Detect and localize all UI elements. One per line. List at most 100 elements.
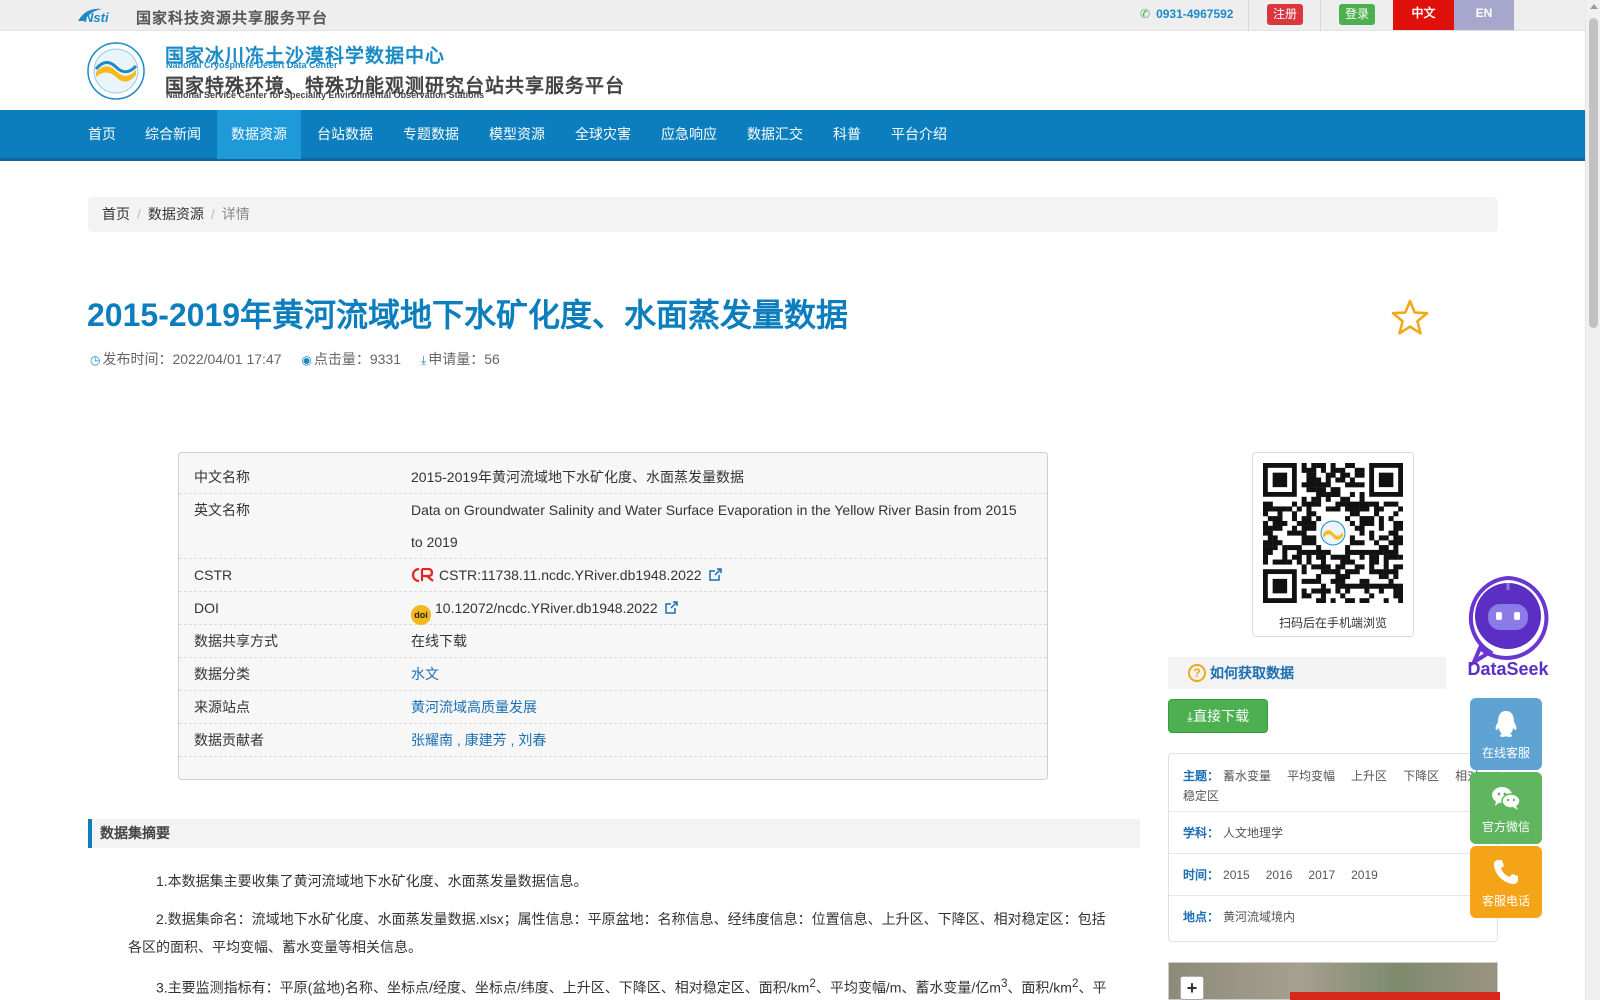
place-row: 地点： 黄河流域境内 <box>1169 896 1497 938</box>
contributors-link[interactable]: 张耀南 , 康建芳 , 刘春 <box>411 732 546 748</box>
breadcrumb-home[interactable]: 首页 <box>102 206 130 222</box>
nav-data-resources[interactable]: 数据资源 <box>217 110 301 159</box>
requests-label: 申请量： <box>428 351 485 367</box>
direct-download-button[interactable]: ⤓直接下载 <box>1168 699 1268 733</box>
favorite-star-icon[interactable] <box>1390 298 1430 338</box>
lang-zh-button[interactable]: 中文 <box>1393 0 1454 30</box>
scrollbar-thumb[interactable] <box>1589 18 1598 328</box>
info-row-sharing: 数据共享方式 在线下载 <box>179 625 1047 658</box>
summary-heading: 数据集摘要 <box>88 819 1140 848</box>
summary-text: 、平均变幅/m、蓄水变量/亿m <box>815 979 1001 996</box>
topic-row: 主题： 蓄水变量 平均变幅 上升区 下降区 相对 稳定区 <box>1169 766 1497 812</box>
site-header: 国家冰川冻土沙漠科学数据中心 National Cryosphere Deser… <box>0 31 1585 110</box>
external-link-icon[interactable] <box>664 601 678 614</box>
nav-news[interactable]: 综合新闻 <box>131 110 215 159</box>
nav-global-disasters[interactable]: 全球灾害 <box>561 110 645 159</box>
qq-icon <box>1495 711 1517 737</box>
map-zoom-in-button[interactable]: + <box>1180 976 1204 1000</box>
info-value: Data on Groundwater Salinity and Water S… <box>411 502 1017 550</box>
phone-icon <box>1494 860 1518 884</box>
online-service-button[interactable]: 在线客服 <box>1470 698 1542 770</box>
subject-tag[interactable]: 人文地理学 <box>1223 826 1283 840</box>
service-phone-label: 客服电话 <box>1481 894 1530 908</box>
service-phone-button[interactable]: 客服电话 <box>1470 846 1542 918</box>
nav-station-data[interactable]: 台站数据 <box>303 110 387 159</box>
dataseek-label: DataSeek <box>1467 659 1549 678</box>
topic-label: 主题： <box>1183 769 1220 783</box>
cstr-link[interactable]: CSTR:11738.11.ncdc.YRiver.db1948.2022 <box>439 567 702 583</box>
platform-subtitle-en: National Service Center for Speciality E… <box>166 90 485 100</box>
divider <box>1248 0 1249 31</box>
time-tag[interactable]: 2016 <box>1266 868 1293 882</box>
page-scrollbar[interactable] <box>1585 0 1600 1000</box>
info-row-en-name: 英文名称 Data on Groundwater Salinity and Wa… <box>179 494 1047 559</box>
info-value-doi: doi 10.12072/ncdc.YRiver.db1948.2022 <box>411 592 1031 625</box>
place-tag[interactable]: 黄河流域境内 <box>1223 910 1295 924</box>
how-to-get-data[interactable]: ? 如何获取数据 <box>1168 657 1446 689</box>
topic-tag[interactable]: 蓄水变量 <box>1223 769 1271 783</box>
time-tag[interactable]: 2015 <box>1223 868 1250 882</box>
nav-science[interactable]: 科普 <box>819 110 875 159</box>
time-tag[interactable]: 2017 <box>1308 868 1335 882</box>
time-label: 时间： <box>1183 868 1220 882</box>
topic-tag[interactable]: 平均变幅 <box>1287 769 1335 783</box>
register-button[interactable]: 注册 <box>1267 4 1303 25</box>
topic-tag[interactable]: 上升区 <box>1351 769 1387 783</box>
info-key: 数据共享方式 <box>194 633 278 649</box>
info-row-source: 来源站点 黄河流域高质量发展 <box>179 691 1047 724</box>
info-key: DOI <box>194 600 219 616</box>
nav-about[interactable]: 平台介绍 <box>877 110 961 159</box>
info-key: 数据贡献者 <box>194 732 264 748</box>
platform-title[interactable]: 国家科技资源共享服务平台 <box>136 7 328 28</box>
topic-tag[interactable]: 下降区 <box>1403 769 1439 783</box>
nav-data-submission[interactable]: 数据汇交 <box>733 110 817 159</box>
map-boundary-overlay <box>1290 992 1500 1000</box>
summary-text: 、面积/km <box>1007 979 1072 996</box>
info-row-category: 数据分类 水文 <box>179 658 1047 691</box>
dataset-tags-panel: 主题： 蓄水变量 平均变幅 上升区 下降区 相对 稳定区 学科： 人文地理学 时间： 2015 2… <box>1168 753 1498 942</box>
summary-text: 3.主要监测指标有：平原(盆地)名称、坐标点/经度、坐标点/纬度、上升区、下降区… <box>156 979 810 996</box>
qr-code-panel: 扫码后在手机端浏览 <box>1252 452 1414 637</box>
topic-tag[interactable]: 稳定区 <box>1183 789 1219 803</box>
breadcrumb-separator: / <box>137 206 141 222</box>
nav-home[interactable]: 首页 <box>74 110 130 159</box>
nav-emergency-response[interactable]: 应急响应 <box>647 110 731 159</box>
clicks-label: 点击量： <box>313 351 370 367</box>
dataset-info-table: 中文名称 2015-2019年黄河流域地下水矿化度、水面蒸发量数据 英文名称 D… <box>178 452 1048 780</box>
category-link[interactable]: 水文 <box>411 666 439 682</box>
official-wechat-button[interactable]: 官方微信 <box>1470 772 1542 844</box>
info-value: 在线下载 <box>411 633 467 649</box>
lang-en-button[interactable]: EN <box>1454 0 1514 30</box>
breadcrumb-data-resources[interactable]: 数据资源 <box>148 206 204 222</box>
dataseek-robot-icon[interactable]: DataSeek <box>1460 570 1556 678</box>
summary-text: 、平 <box>1078 979 1107 996</box>
info-value: 2015-2019年黄河流域地下水矿化度、水面蒸发量数据 <box>411 469 744 485</box>
question-icon: ? <box>1188 664 1206 682</box>
requests-count: 56 <box>484 351 500 367</box>
divider <box>1320 0 1321 31</box>
info-key: 中文名称 <box>194 469 250 485</box>
nav-model-resources[interactable]: 模型资源 <box>475 110 559 159</box>
info-row-doi: DOI doi 10.12072/ncdc.YRiver.db1948.2022 <box>179 592 1047 625</box>
publish-time: 2022/04/01 17:47 <box>172 351 282 367</box>
place-label: 地点： <box>1183 910 1220 924</box>
subject-label: 学科： <box>1183 826 1220 840</box>
nsti-logo-icon[interactable]: Nsti <box>76 5 128 25</box>
summary-paragraph-1: 1.本数据集主要收集了黄河流域地下水矿化度、水面蒸发量数据信息。 <box>156 873 588 889</box>
clicks-count: 9331 <box>369 351 402 367</box>
ncdc-emblem-icon[interactable] <box>86 41 146 101</box>
nav-thematic-data[interactable]: 专题数据 <box>389 110 473 159</box>
doi-logo-icon: doi <box>411 605 431 625</box>
download-icon: ⤓ <box>420 353 427 367</box>
time-tag[interactable]: 2019 <box>1351 868 1378 882</box>
doi-link[interactable]: 10.12072/ncdc.YRiver.db1948.2022 <box>435 600 658 616</box>
external-link-icon[interactable] <box>708 568 722 581</box>
info-key: 数据分类 <box>194 666 250 682</box>
scroll-up-arrow-icon[interactable] <box>1590 4 1598 9</box>
qr-code-icon[interactable] <box>1263 463 1403 603</box>
cstr-logo-icon <box>411 568 434 582</box>
hotline: ✆ 0931-4967592 <box>1140 7 1233 21</box>
breadcrumb-separator: / <box>210 206 215 222</box>
source-station-link[interactable]: 黄河流域高质量发展 <box>411 699 537 715</box>
login-button[interactable]: 登录 <box>1339 4 1375 25</box>
